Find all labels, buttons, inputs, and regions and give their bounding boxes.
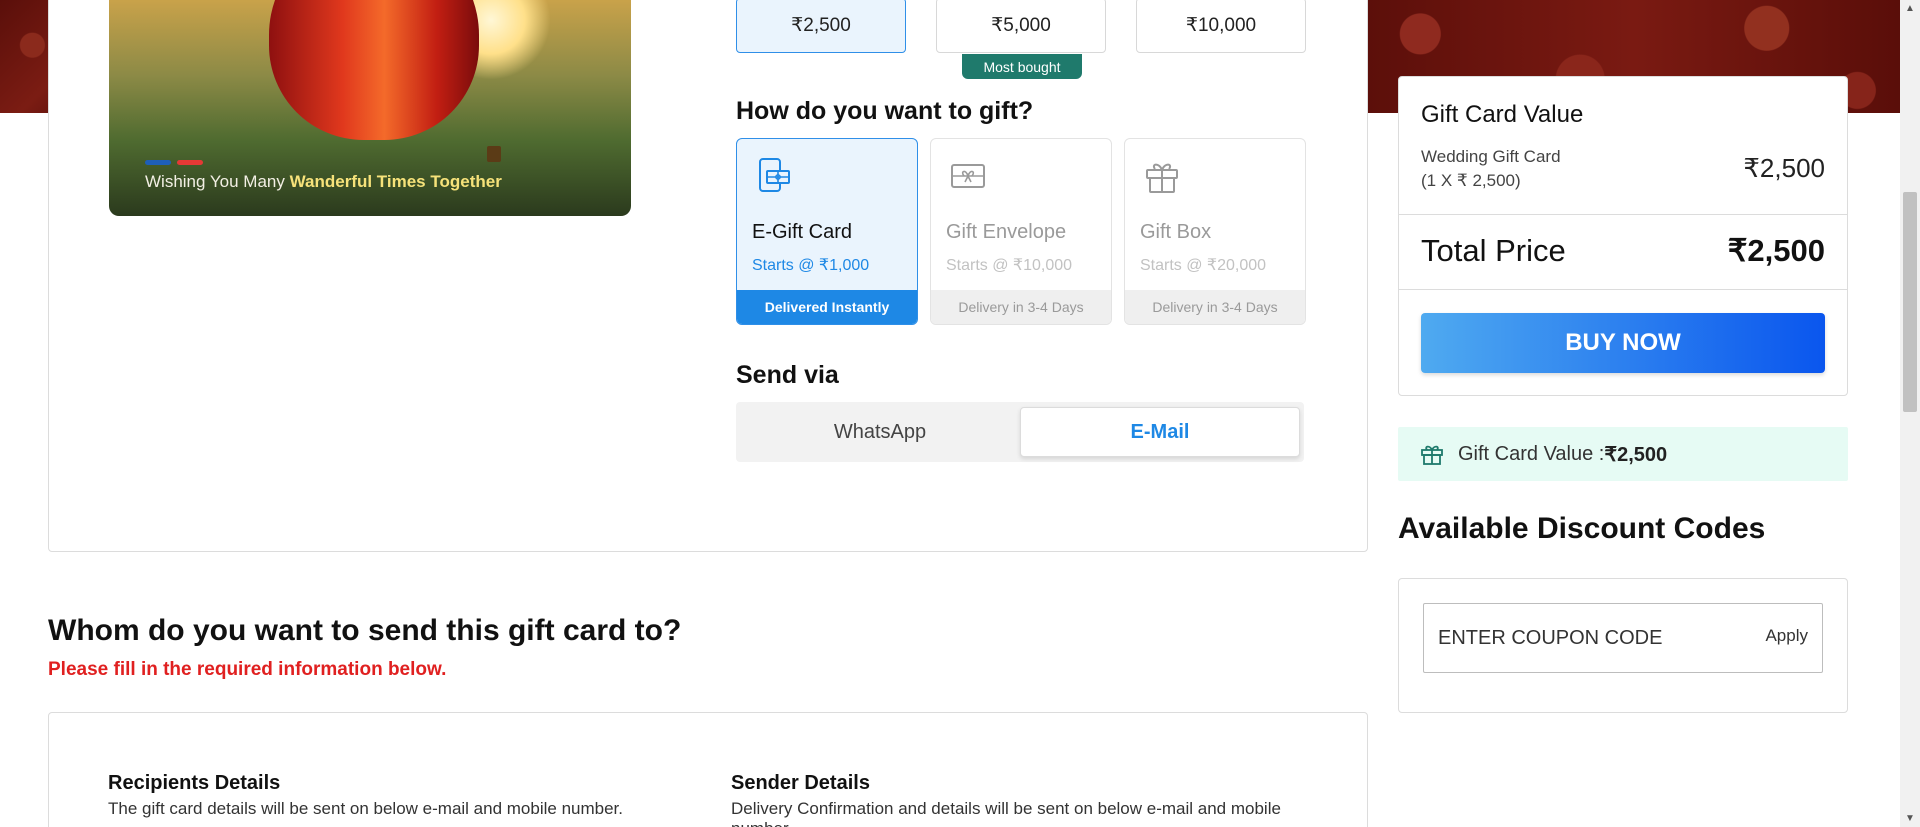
- gift-card-value-bar: Gift Card Value : ₹2,500: [1398, 427, 1848, 481]
- image-caption: Wishing You Many Wanderful Times Togethe…: [145, 172, 502, 192]
- summary-item-name: Wedding Gift Card: [1421, 147, 1561, 166]
- gift-option-gift-envelope[interactable]: Gift Envelope Starts @ ₹10,000 Delivery …: [930, 138, 1112, 325]
- gift-box-icon: [1146, 163, 1178, 193]
- scroll-up-arrow-icon[interactable]: ▲: [1900, 0, 1920, 17]
- gift-option-delivery: Delivery in 3-4 Days: [1125, 290, 1305, 324]
- gift-option-price: Starts @ ₹20,000: [1140, 257, 1267, 274]
- denomination-label: ₹5,000: [991, 15, 1051, 36]
- carousel-dot-1[interactable]: [145, 160, 171, 165]
- summary-title: Gift Card Value: [1421, 101, 1584, 128]
- denomination-option-10000[interactable]: ₹10,000: [1136, 0, 1306, 53]
- send-via-title: Send via: [736, 361, 839, 389]
- sender-details-heading: Sender Details: [731, 772, 870, 794]
- discount-codes-title: Available Discount Codes: [1398, 512, 1766, 545]
- scrollbar-thumb[interactable]: [1903, 192, 1917, 412]
- recipients-details-text: The gift card details will be sent on be…: [108, 799, 623, 818]
- send-via-email-button[interactable]: E-Mail: [1020, 407, 1300, 457]
- recipients-details-heading: Recipients Details: [108, 772, 281, 794]
- gift-icon: [1421, 445, 1443, 465]
- summary-item-value: ₹2,500: [1743, 153, 1825, 183]
- gift-option-name: Gift Box: [1140, 221, 1212, 243]
- divider: [1399, 289, 1847, 290]
- discount-codes-card: Apply: [1398, 578, 1848, 713]
- gift-option-delivery: Delivered Instantly: [737, 290, 917, 324]
- denomination-option-5000[interactable]: ₹5,000: [936, 0, 1106, 53]
- price-summary-card: Gift Card Value Wedding Gift Card (1 X ₹…: [1398, 76, 1848, 396]
- coupon-field: Apply: [1423, 603, 1823, 673]
- total-price-value: ₹2,500: [1727, 233, 1825, 268]
- coupon-code-input[interactable]: [1438, 604, 1738, 672]
- denomination-label: ₹10,000: [1185, 15, 1257, 36]
- gift-option-delivery: Delivery in 3-4 Days: [931, 290, 1111, 324]
- send-via-whatsapp-button[interactable]: WhatsApp: [740, 407, 1020, 457]
- most-bought-badge: Most bought: [962, 54, 1082, 79]
- denomination-option-2500[interactable]: ₹2,500: [736, 0, 906, 53]
- required-info-notice: Please fill in the required information …: [48, 659, 447, 680]
- gift-option-name: E-Gift Card: [752, 221, 853, 243]
- gift-option-gift-box[interactable]: Gift Box Starts @ ₹20,000 Delivery in 3-…: [1124, 138, 1306, 325]
- hot-air-balloon-graphic: [269, 0, 479, 140]
- total-price-label: Total Price: [1421, 233, 1566, 268]
- gift-option-name: Gift Envelope: [946, 221, 1067, 243]
- summary-item: Wedding Gift Card (1 X ₹ 2,500): [1421, 145, 1561, 193]
- caption-prefix: Wishing You Many: [145, 172, 285, 191]
- envelope-gift-icon: [951, 164, 985, 188]
- gift-card-image: Wishing You Many Wanderful Times Togethe…: [109, 0, 631, 216]
- gift-option-e-gift-card[interactable]: E-Gift Card Starts @ ₹1,000 Delivered In…: [736, 138, 918, 325]
- scroll-down-arrow-icon[interactable]: ▼: [1900, 810, 1920, 827]
- phone-gift-icon: [759, 158, 790, 192]
- carousel-dots[interactable]: [145, 160, 203, 165]
- sender-details-text: Delivery Confirmation and details will b…: [731, 799, 1281, 827]
- caption-highlight: Wanderful Times Together: [289, 172, 502, 191]
- send-via-toggle: WhatsApp E-Mail: [736, 402, 1304, 462]
- gift-card-value-label: Gift Card Value :: [1458, 442, 1605, 465]
- carousel-dot-2[interactable]: [177, 160, 203, 165]
- gift-option-price: Starts @ ₹1,000: [752, 257, 870, 274]
- balloon-basket-graphic: [487, 146, 501, 162]
- divider: [1399, 214, 1847, 215]
- apply-coupon-button[interactable]: Apply: [1765, 626, 1808, 646]
- gift-card-value-amount: ₹2,500: [1604, 443, 1668, 466]
- denomination-label: ₹2,500: [791, 15, 851, 36]
- buy-now-button[interactable]: BUY NOW: [1421, 313, 1825, 373]
- gift-option-price: Starts @ ₹10,000: [946, 257, 1073, 274]
- recipient-section-title: Whom do you want to send this gift card …: [48, 614, 682, 647]
- summary-item-qty: (1 X ₹ 2,500): [1421, 171, 1521, 190]
- gift-type-title: How do you want to gift?: [736, 97, 1034, 125]
- page-scrollbar[interactable]: ▲ ▼: [1900, 0, 1920, 827]
